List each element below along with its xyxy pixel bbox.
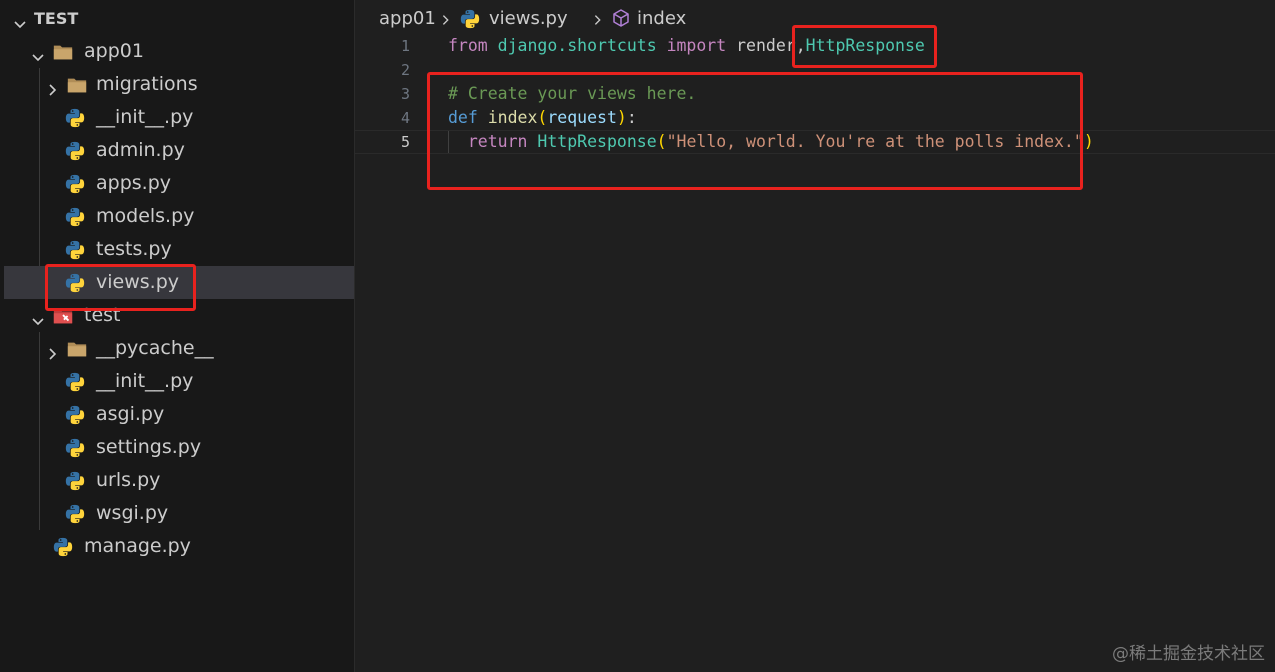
line-number: 1 (400, 37, 410, 55)
chevron-right-icon[interactable] (44, 340, 60, 360)
explorer-item-label: __pycache__ (96, 337, 214, 359)
explorer-root-label: TEST (34, 9, 79, 28)
code-token: django.shortcuts (487, 36, 667, 55)
python-file-icon (64, 206, 86, 228)
explorer-item-app01[interactable]: app01 (4, 35, 354, 68)
explorer-item-admin-py[interactable]: admin.py (4, 134, 354, 167)
chevron-right-icon (591, 10, 605, 36)
python-file-icon (52, 536, 74, 558)
chevron-right-icon[interactable] (44, 76, 60, 96)
explorer-item-label: admin.py (96, 139, 185, 161)
highlight-httpresponse-import (792, 25, 937, 68)
explorer-item-pycache[interactable]: __pycache__ (4, 332, 354, 365)
explorer-item-label: wsgi.py (96, 502, 169, 524)
explorer-item-label: __init__.py (96, 106, 194, 128)
explorer-item-models-py[interactable]: models.py (4, 200, 354, 233)
explorer-item-label: manage.py (84, 535, 191, 557)
chevron-down-icon (12, 10, 28, 29)
explorer-item-init-py[interactable]: __init__.py (4, 365, 354, 398)
explorer-item-init-py[interactable]: __init__.py (4, 101, 354, 134)
python-file-icon (64, 404, 86, 426)
explorer-item-label: models.py (96, 205, 195, 227)
explorer-item-tests-py[interactable]: tests.py (4, 233, 354, 266)
explorer-item-label: apps.py (96, 172, 172, 194)
explorer-item-manage-py[interactable]: manage.py (4, 530, 354, 563)
watermark: @稀土掘金技术社区 (1112, 644, 1265, 664)
highlight-index-function (427, 72, 1083, 190)
explorer-item-label: migrations (96, 73, 198, 95)
folder-icon (66, 74, 88, 96)
line-number: 3 (400, 85, 410, 103)
chevron-right-icon (439, 10, 453, 36)
explorer-item-label: tests.py (96, 238, 172, 260)
explorer-item-migrations[interactable]: migrations (4, 68, 354, 101)
explorer-sidebar: TEST app01 migrations __init__.py admin.py a… (0, 0, 355, 672)
python-file-icon (64, 470, 86, 492)
chevron-down-icon[interactable] (30, 43, 46, 62)
explorer-item-asgi-py[interactable]: asgi.py (4, 398, 354, 431)
line-number: 4 (400, 109, 410, 127)
python-file-icon (64, 371, 86, 393)
python-file-icon (64, 239, 86, 261)
python-file-icon (64, 437, 86, 459)
code-token: ) (1083, 132, 1094, 151)
breadcrumb-file[interactable]: views.py (489, 6, 568, 32)
editor-pane[interactable]: app01 views.py index 1 from django.shortc… (355, 0, 1275, 672)
code-token: import (666, 36, 727, 55)
symbol-method-icon (611, 8, 631, 36)
python-file-icon (64, 107, 86, 129)
explorer-item-apps-py[interactable]: apps.py (4, 167, 354, 200)
explorer-item-settings-py[interactable]: settings.py (4, 431, 354, 464)
explorer-item-label: asgi.py (96, 403, 165, 425)
folder-icon (52, 41, 74, 63)
python-file-icon (64, 140, 86, 162)
explorer-item-urls-py[interactable]: urls.py (4, 464, 354, 497)
explorer-item-wsgi-py[interactable]: wsgi.py (4, 497, 354, 530)
line-number: 5 (400, 133, 410, 151)
highlight-views-file (45, 264, 196, 311)
python-file-icon (64, 173, 86, 195)
explorer-item-label: urls.py (96, 469, 161, 491)
chevron-down-icon[interactable] (30, 307, 46, 326)
explorer-item-label: __init__.py (96, 370, 194, 392)
folder-icon (66, 338, 88, 360)
breadcrumb-folder[interactable]: app01 (379, 6, 436, 32)
explorer-item-label: app01 (84, 40, 144, 62)
explorer-item-label: settings.py (96, 436, 202, 458)
python-file-icon (64, 503, 86, 525)
explorer-root-test[interactable]: TEST (4, 2, 354, 35)
breadcrumb-symbol[interactable]: index (637, 6, 686, 32)
code-token: from (448, 36, 488, 55)
line-number: 2 (400, 61, 410, 79)
